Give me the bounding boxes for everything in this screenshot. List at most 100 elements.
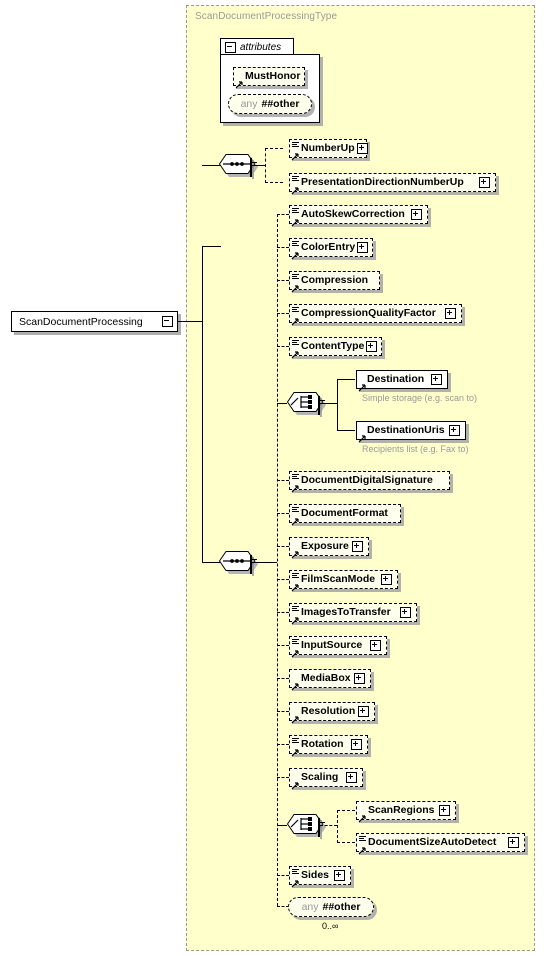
compositor-toggle-wrap[interactable] [250, 555, 252, 574]
element-AutoSkewCorrection[interactable]: AutoSkewCorrection [289, 205, 428, 227]
attributes-tab[interactable]: attributes [220, 38, 294, 55]
element-DocumentSizeAutoDetect[interactable]: DocumentSizeAutoDetect [356, 833, 525, 855]
connector-main-branch-spine [277, 214, 278, 906]
element-expand-toggle-icon[interactable] [358, 706, 369, 717]
element-Rotation[interactable]: Rotation [289, 735, 368, 757]
element-expand-toggle-icon[interactable] [449, 425, 460, 436]
compositor-toggle-wrap[interactable] [250, 158, 252, 177]
element-expand-toggle-icon[interactable] [370, 640, 381, 651]
element-DocumentFormat[interactable]: DocumentFormat [289, 504, 401, 526]
element-expand-toggle-icon[interactable] [479, 177, 490, 188]
element-any-wildcard[interactable]: any ##other [288, 897, 374, 917]
compositor-collapse-toggle-icon[interactable] [250, 158, 252, 177]
connector-spine-to-inner-sequence [202, 165, 220, 166]
element-label: Compression [301, 274, 369, 287]
connector-spine-to-attributes [202, 246, 221, 247]
element-InputSource[interactable]: InputSource [289, 636, 387, 658]
connector-branch-scanregion-choice [277, 825, 287, 826]
connector-branch-destination-choice [277, 403, 287, 404]
element-MediaBox[interactable]: MediaBox [289, 669, 371, 691]
element-arrow-icon [358, 379, 367, 392]
element-label: NumberUp [301, 142, 355, 155]
connector-destination-branch-spine [337, 379, 338, 431]
element-expand-toggle-icon[interactable] [431, 374, 442, 385]
connector-spine-to-main-sequence [202, 562, 220, 563]
element-ImagesToTransfer[interactable]: ImagesToTransfer [289, 603, 417, 625]
attributes-collapse-toggle-icon[interactable] [225, 41, 236, 53]
element-arrow-icon [291, 480, 300, 493]
element-DocumentDigitalSignature[interactable]: DocumentDigitalSignature [289, 471, 450, 493]
element-label: Destination [367, 373, 425, 386]
connector-branch-ImagesToTransfer [277, 612, 289, 613]
connector-main-sequence-out [252, 562, 277, 563]
compositor-toggle-wrap[interactable] [318, 818, 320, 837]
element-label: DocumentDigitalSignature [301, 474, 433, 487]
element-arrow-icon [291, 247, 300, 260]
element-Sides[interactable]: Sides [289, 866, 351, 888]
element-expand-toggle-icon[interactable] [366, 341, 378, 352]
attribute-MustHonor[interactable]: MustHonor [233, 67, 305, 89]
connector-destination-choice-out [320, 403, 337, 404]
compositor-toggle-wrap[interactable] [318, 396, 320, 415]
element-NumberUp[interactable]: NumberUp [289, 139, 368, 161]
element-expand-toggle-icon[interactable] [352, 541, 363, 552]
element-expand-toggle-icon[interactable] [354, 673, 365, 684]
compositor-collapse-toggle-icon[interactable] [250, 555, 252, 574]
element-expand-toggle-icon[interactable] [439, 805, 450, 816]
element-expand-toggle-icon[interactable] [508, 837, 519, 848]
attributes-label: attributes [240, 41, 282, 53]
connector-branch-DocumentDigitalSignature [277, 480, 289, 481]
sequence-lines-icon [292, 240, 299, 247]
element-label: InputSource [301, 639, 363, 652]
root-collapse-toggle-icon[interactable] [162, 316, 173, 327]
sequence-lines-icon [292, 207, 299, 214]
element-label: CompressionQualityFactor [301, 307, 436, 320]
compositor-collapse-toggle-icon[interactable] [318, 396, 320, 415]
element-expand-toggle-icon[interactable] [400, 607, 411, 618]
connector-branch-AutoSkewCorrection [277, 214, 289, 215]
element-FilmScanMode[interactable]: FilmScanMode [289, 570, 398, 592]
element-expand-toggle-icon[interactable] [356, 143, 368, 154]
element-ColorEntry[interactable]: ColorEntry [289, 238, 373, 260]
connector-branch-Exposure [277, 546, 289, 547]
element-expand-toggle-icon[interactable] [351, 739, 362, 750]
element-expand-toggle-icon[interactable] [381, 574, 392, 585]
element-Resolution[interactable]: Resolution [289, 702, 375, 724]
element-arrow-icon [291, 182, 300, 195]
element-expand-toggle-icon[interactable] [445, 308, 456, 319]
root-element-label: ScanDocumentProcessing [19, 315, 143, 328]
type-container-title: ScanDocumentProcessingType [195, 11, 338, 22]
connector-branch-ContentType [277, 346, 289, 347]
root-element-ScanDocumentProcessing[interactable]: ScanDocumentProcessing [11, 311, 178, 332]
element-arrow-icon [358, 430, 367, 443]
element-Destination[interactable]: Destination [356, 370, 448, 392]
element-expand-toggle-icon[interactable] [411, 209, 422, 220]
element-arrow-icon [291, 678, 300, 691]
element-Exposure[interactable]: Exposure [289, 537, 369, 559]
sequence-lines-icon [292, 605, 299, 612]
element-DestinationUris[interactable]: DestinationUris [356, 421, 466, 443]
sequence-lines-icon [292, 306, 299, 313]
connector-branch-Rotation [277, 744, 289, 745]
sequence-lines-icon [292, 572, 299, 579]
element-Compression[interactable]: Compression [289, 271, 380, 293]
sequence-lines-icon [292, 339, 299, 346]
element-arrow-icon [291, 645, 300, 658]
element-ScanRegions[interactable]: ScanRegions [356, 801, 456, 823]
sequence-lines-icon [292, 473, 299, 480]
element-expand-toggle-icon[interactable] [346, 772, 357, 783]
element-arrow-icon [291, 579, 300, 592]
element-CompressionQualityFactor[interactable]: CompressionQualityFactor [289, 304, 462, 326]
element-PresentationDirectionNumberUp[interactable]: PresentationDirectionNumberUp [289, 173, 496, 195]
element-expand-toggle-icon[interactable] [334, 870, 345, 881]
attribute-label: MustHonor [245, 70, 301, 83]
element-Scaling[interactable]: Scaling [289, 768, 363, 790]
element-expand-toggle-icon[interactable] [357, 242, 369, 253]
element-ContentType[interactable]: ContentType [289, 337, 382, 359]
element-arrow-icon [358, 842, 367, 855]
element-label: PresentationDirectionNumberUp [301, 176, 464, 189]
attribute-any-wildcard[interactable]: any ##other [228, 94, 312, 114]
compositor-collapse-toggle-icon[interactable] [318, 818, 320, 837]
connector-root-to-type [178, 321, 202, 322]
element-label: ImagesToTransfer [301, 606, 391, 619]
